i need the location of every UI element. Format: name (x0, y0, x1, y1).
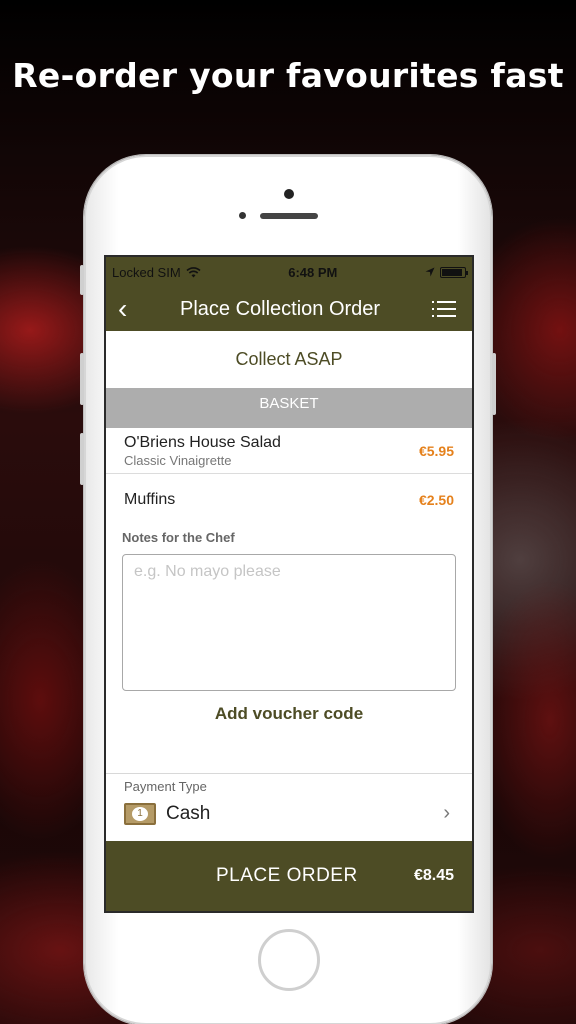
promo-headline: Re-order your favourites fast (12, 56, 564, 95)
battery-icon (439, 266, 468, 278)
nav-bar: ‹ Place Collection Order (106, 287, 472, 331)
chevron-right-icon: › (443, 802, 450, 824)
wifi-icon (186, 266, 201, 277)
status-bar: Locked SIM 6:48 PM (106, 257, 472, 287)
back-chevron-icon[interactable]: ‹ (118, 295, 140, 323)
basket-item-price: €5.95 (418, 442, 454, 459)
basket-item-name: Muffins (124, 491, 176, 508)
payment-type-row[interactable]: Payment Type 1 Cash › (106, 773, 472, 841)
phone-frame: Locked SIM 6:48 PM ‹ Place Collection Or… (80, 155, 496, 1024)
basket-item-name: O'Briens House Salad (124, 433, 281, 451)
chef-notes-textarea[interactable]: e.g. No mayo please (122, 554, 456, 691)
list-menu-icon[interactable] (432, 300, 456, 318)
notes-label: Notes for the Chef (122, 530, 235, 545)
volume-up-button (80, 353, 84, 405)
status-time: 6:48 PM (288, 264, 338, 280)
collection-time-selector[interactable]: Collect ASAP (106, 331, 472, 388)
basket-item-price: €2.50 (418, 492, 454, 508)
location-arrow-icon (425, 267, 435, 277)
carrier-label: Locked SIM (112, 264, 181, 280)
payment-type-label: Payment Type (124, 779, 207, 794)
front-camera (284, 189, 294, 199)
volume-down-button (80, 433, 84, 485)
place-order-label: PLACE ORDER (216, 865, 358, 886)
app-screen: Locked SIM 6:48 PM ‹ Place Collection Or… (104, 255, 474, 913)
power-button (492, 353, 496, 415)
basket-item-option: Classic Vinaigrette (124, 452, 232, 468)
add-voucher-button[interactable]: Add voucher code (106, 704, 472, 724)
payment-method: Cash (166, 802, 211, 824)
basket-header: BASKET (106, 388, 472, 428)
page-title: Place Collection Order (180, 297, 381, 320)
basket-item[interactable]: Muffins €2.50 (106, 474, 472, 526)
proximity-sensor (239, 212, 246, 219)
home-button[interactable] (258, 929, 320, 991)
place-order-button[interactable]: PLACE ORDER €8.45 (106, 841, 472, 911)
mute-switch (80, 265, 84, 295)
earpiece-speaker (260, 213, 318, 219)
order-total: €8.45 (413, 867, 454, 884)
cash-note-icon: 1 (124, 802, 156, 825)
basket-item[interactable]: O'Briens House Salad Classic Vinaigrette… (106, 428, 472, 474)
